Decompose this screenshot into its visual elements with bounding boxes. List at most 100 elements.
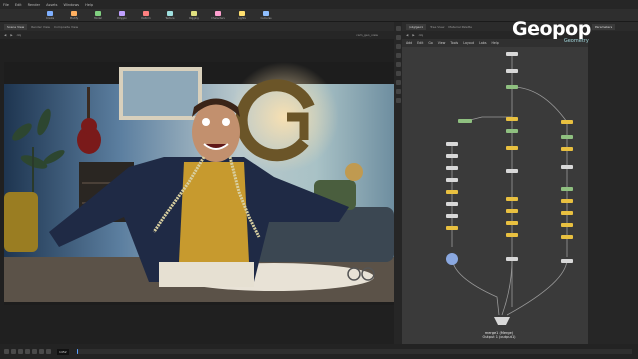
- graph-node[interactable]: [446, 142, 458, 146]
- back-icon[interactable]: ◀: [4, 33, 6, 37]
- timeline-slider[interactable]: [76, 349, 632, 354]
- menu-assets[interactable]: Assets: [46, 3, 57, 7]
- menu-file[interactable]: File: [3, 3, 9, 7]
- net-menu-go[interactable]: Go: [428, 41, 432, 45]
- graph-node[interactable]: [446, 226, 458, 230]
- shelf-tool-modify[interactable]: Modify: [64, 10, 84, 20]
- graph-node[interactable]: [561, 120, 573, 124]
- shelf-tool-cameras[interactable]: Cameras: [256, 10, 276, 20]
- graph-node[interactable]: [506, 169, 518, 173]
- graph-node[interactable]: [561, 211, 573, 215]
- shelf-tool-rigging[interactable]: Rigging: [184, 10, 204, 20]
- menu-render[interactable]: Render: [28, 3, 40, 7]
- jump-start-icon[interactable]: [4, 349, 9, 354]
- graph-node[interactable]: [561, 147, 573, 151]
- shelf-tool-lights[interactable]: Lights: [232, 10, 252, 20]
- select-tool-icon[interactable]: [395, 26, 401, 31]
- network-path[interactable]: obj: [419, 33, 424, 37]
- graph-node[interactable]: [506, 209, 518, 213]
- net-menu-tools[interactable]: Tools: [450, 41, 458, 45]
- graph-node[interactable]: [446, 202, 458, 206]
- graph-node[interactable]: [506, 257, 518, 261]
- display-options-icon[interactable]: [395, 98, 401, 103]
- shelf-tool-create[interactable]: Create: [40, 10, 60, 20]
- graph-node[interactable]: [446, 178, 458, 182]
- graph-node[interactable]: [506, 69, 518, 73]
- shelf-tool-characters[interactable]: Characters: [208, 10, 228, 20]
- graph-node[interactable]: [506, 146, 518, 150]
- net-menu-add[interactable]: Add: [406, 41, 412, 45]
- shelf-tool-polygon[interactable]: Polygon: [112, 10, 132, 20]
- lights-icon: [239, 10, 245, 16]
- step-back-icon[interactable]: [11, 349, 16, 354]
- frame-field[interactable]: 1452: [57, 348, 69, 355]
- net-menu-help[interactable]: Help: [491, 41, 498, 45]
- graph-node[interactable]: [446, 190, 458, 194]
- object-merge-node[interactable]: [446, 253, 458, 265]
- playbar: 1452: [0, 344, 638, 359]
- tab-material-palette[interactable]: Material Palette: [448, 25, 472, 29]
- forward-icon[interactable]: ▶: [10, 33, 12, 37]
- shelf-tool-texture[interactable]: Texture: [160, 10, 180, 20]
- step-forward-icon[interactable]: [39, 349, 44, 354]
- graph-node[interactable]: [446, 154, 458, 158]
- jump-end-icon[interactable]: [46, 349, 51, 354]
- tab-tree-view[interactable]: Tree View: [430, 25, 444, 29]
- tab-parameters[interactable]: Parameters: [592, 23, 616, 30]
- net-menu-edit[interactable]: Edit: [417, 41, 423, 45]
- graph-node[interactable]: [506, 52, 518, 56]
- view-tool-icon[interactable]: [395, 80, 401, 85]
- graph-node[interactable]: [506, 117, 518, 121]
- forward-icon[interactable]: ▶: [412, 33, 414, 37]
- graph-node[interactable]: [561, 135, 573, 139]
- graph-node[interactable]: [458, 119, 472, 123]
- shelf-tool-model[interactable]: Model: [88, 10, 108, 20]
- menu-edit[interactable]: Edit: [15, 3, 22, 7]
- node-graph-canvas[interactable]: [402, 47, 588, 344]
- graph-node[interactable]: [506, 129, 518, 133]
- move-tool-icon[interactable]: [395, 35, 401, 40]
- viewer-path[interactable]: obj: [17, 33, 22, 37]
- graph-node[interactable]: [506, 85, 518, 89]
- net-menu-labs[interactable]: Labs: [479, 41, 486, 45]
- tab-composite-view[interactable]: Composite View: [54, 25, 78, 29]
- cameras-icon: [263, 10, 269, 16]
- graph-node[interactable]: [506, 221, 518, 225]
- shelf-tool-deform[interactable]: Deform: [136, 10, 156, 20]
- snap-tool-icon[interactable]: [395, 89, 401, 94]
- graph-node[interactable]: [561, 223, 573, 227]
- play-icon[interactable]: [32, 349, 37, 354]
- handle-tool-icon[interactable]: [395, 62, 401, 67]
- graph-node[interactable]: [446, 214, 458, 218]
- camera-menu[interactable]: cam_geo_view: [356, 33, 378, 37]
- net-menu-layout[interactable]: Layout: [463, 41, 474, 45]
- graph-node[interactable]: [561, 235, 573, 239]
- shelf-tool-label: Characters: [211, 16, 225, 20]
- merge-node[interactable]: [494, 317, 510, 325]
- shelf-tool-label: Cameras: [260, 16, 272, 20]
- play-reverse-icon[interactable]: [18, 349, 23, 354]
- deform-icon: [143, 10, 149, 16]
- back-icon[interactable]: ◀: [406, 33, 408, 37]
- graph-node[interactable]: [561, 187, 573, 191]
- viewport[interactable]: [4, 62, 394, 305]
- tab-scene-view[interactable]: Scene View: [4, 23, 28, 30]
- menu-windows[interactable]: Windows: [64, 3, 80, 7]
- graph-node[interactable]: [506, 197, 518, 201]
- rotate-tool-icon[interactable]: [395, 44, 401, 49]
- scale-tool-icon[interactable]: [395, 53, 401, 58]
- shelf-tool-label: Deform: [141, 16, 151, 20]
- timeline-cursor[interactable]: [76, 349, 78, 354]
- stop-icon[interactable]: [25, 349, 30, 354]
- graph-node[interactable]: [561, 259, 573, 263]
- graph-node[interactable]: [561, 165, 573, 169]
- menu-bar: File Edit Render Assets Windows Help: [0, 0, 638, 9]
- net-menu-view[interactable]: View: [438, 41, 446, 45]
- graph-node[interactable]: [446, 166, 458, 170]
- menu-help[interactable]: Help: [85, 3, 93, 7]
- tab-geo1[interactable]: /obj/geo1: [406, 23, 427, 30]
- graph-node[interactable]: [506, 233, 518, 237]
- tab-render-view[interactable]: Render View: [31, 25, 50, 29]
- pose-tool-icon[interactable]: [395, 71, 401, 76]
- graph-node[interactable]: [561, 199, 573, 203]
